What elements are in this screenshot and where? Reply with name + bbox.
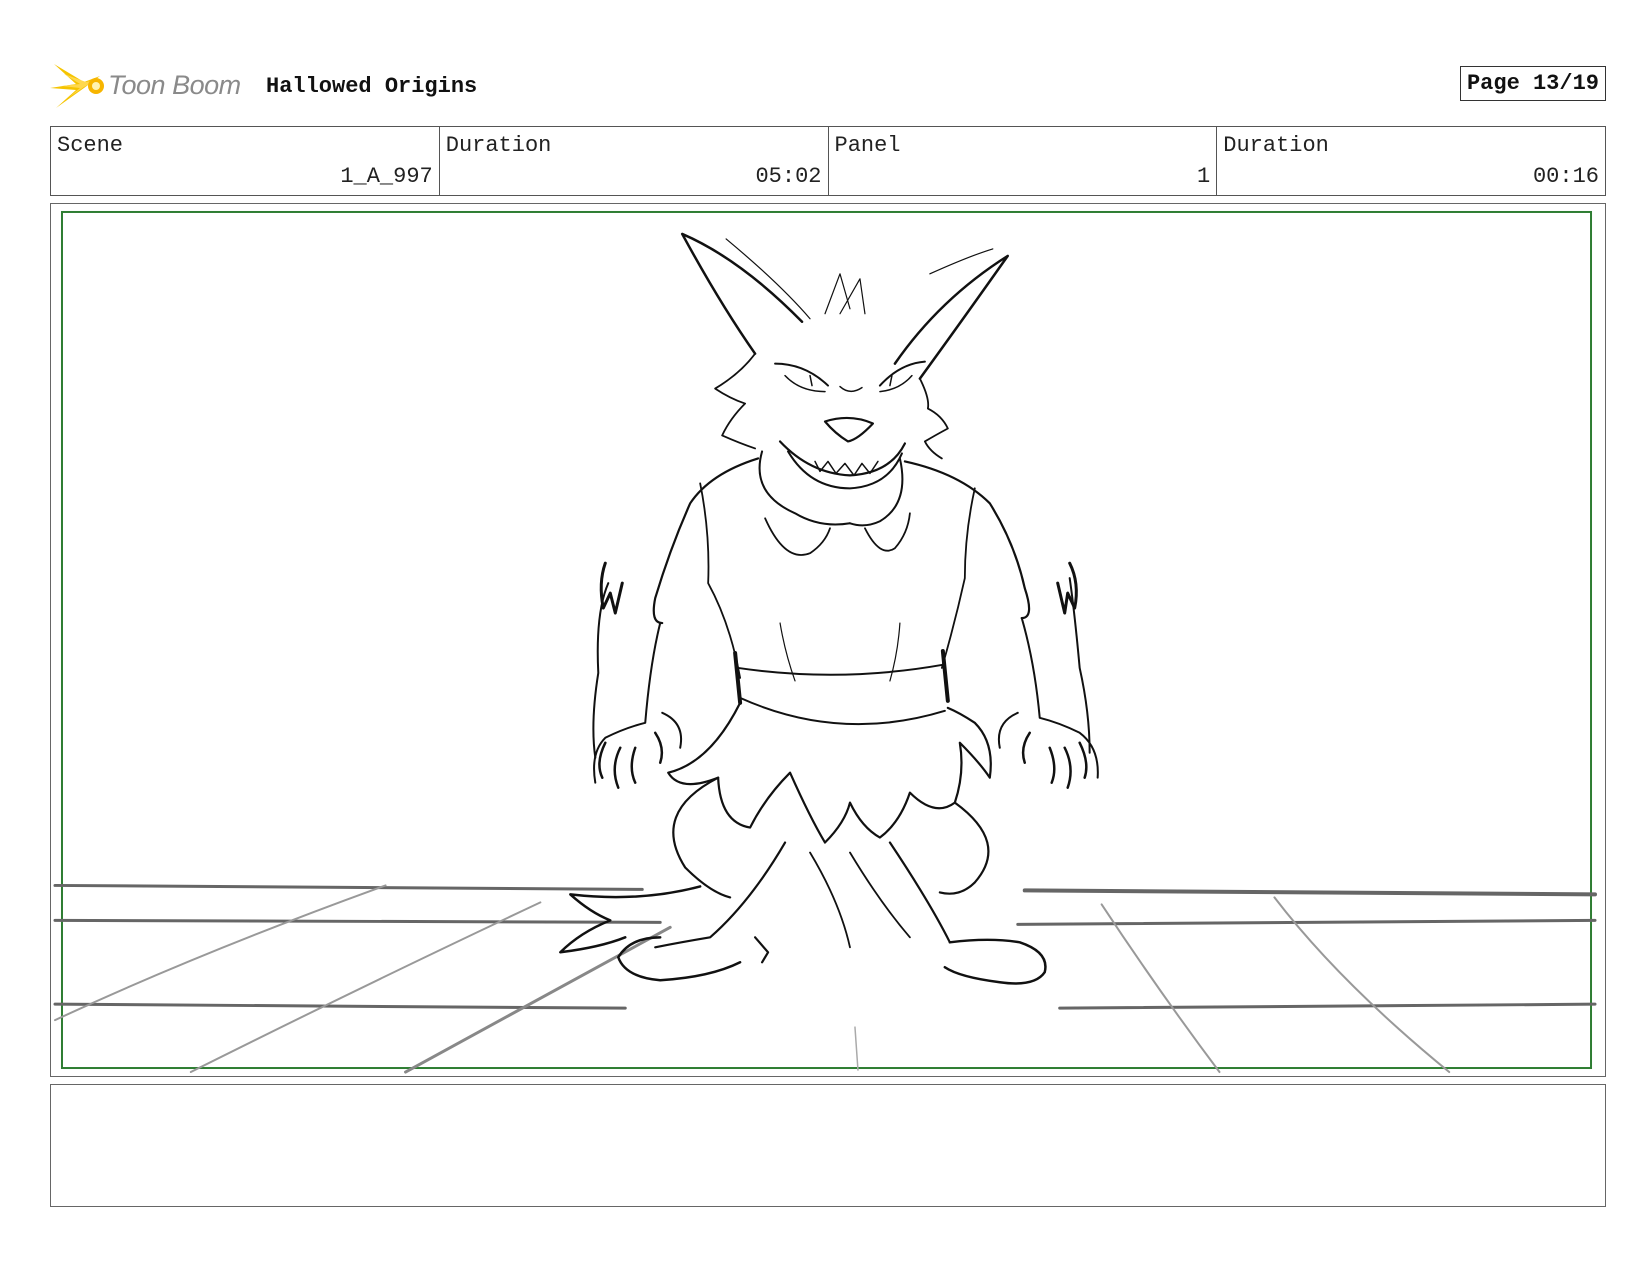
scene-cell: Scene 1_A_997 <box>51 127 440 195</box>
panel-duration-value: 00:16 <box>1532 164 1599 189</box>
panel-notes-box <box>50 1084 1606 1207</box>
panel-duration-label: Duration <box>1223 133 1329 158</box>
panel-cell: Panel 1 <box>829 127 1218 195</box>
werewolf-character-sketch <box>559 232 1099 985</box>
floor-grid-left <box>53 883 672 1074</box>
page-number-badge: Page 13/19 <box>1459 66 1606 101</box>
scene-info-table: Scene 1_A_997 Duration 05:02 Panel 1 Dur… <box>50 126 1606 196</box>
scene-duration-value: 05:02 <box>755 164 822 189</box>
panel-duration-cell: Duration 00:16 <box>1217 127 1605 195</box>
scene-duration-cell: Duration 05:02 <box>440 127 829 195</box>
logo-text: Toon Boom <box>108 70 241 100</box>
scene-duration-label: Duration <box>445 133 552 158</box>
scene-value: 1_A_997 <box>340 164 433 189</box>
toon-boom-flame-icon <box>50 64 104 108</box>
panel-drawing <box>53 210 1598 1074</box>
floor-grid-right <box>854 888 1598 1074</box>
page-header: Toon Boom Hallowed Origins Page 13/19 <box>50 56 1606 112</box>
scene-label: Scene <box>57 133 124 158</box>
panel-value: 1 <box>1197 164 1211 189</box>
storyboard-panel <box>50 203 1606 1077</box>
safe-frame <box>60 210 1593 1070</box>
toon-boom-logo: Toon Boom <box>50 60 250 112</box>
panel-label: Panel <box>834 133 901 158</box>
project-title: Hallowed Origins <box>266 74 478 99</box>
